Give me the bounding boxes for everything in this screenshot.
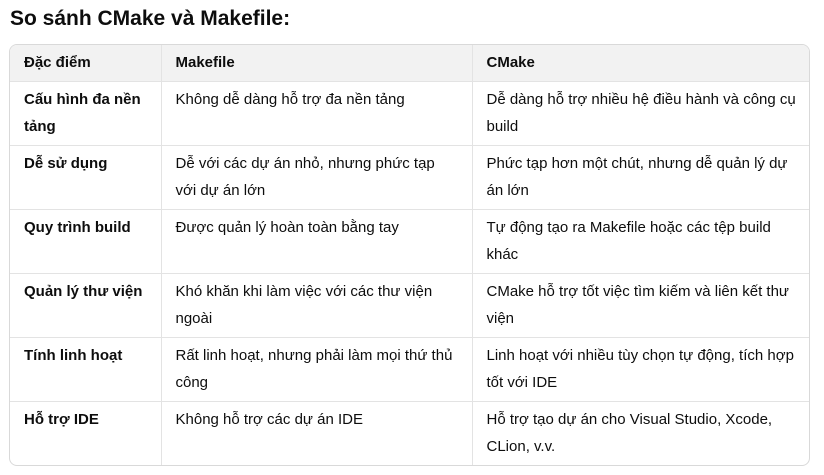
header-row: Đặc điểm Makefile CMake — [10, 45, 809, 82]
cmake-cell: Linh hoạt với nhiều tùy chọn tự động, tí… — [472, 337, 809, 402]
table-body: Cấu hình đa nền tảng Không dễ dàng hỗ tr… — [10, 81, 809, 465]
feature-cell: Hỗ trợ IDE — [10, 401, 162, 465]
table-row: Quy trình build Được quản lý hoàn toàn b… — [10, 209, 809, 274]
feature-cell: Quản lý thư viện — [10, 273, 162, 338]
comparison-table: Đặc điểm Makefile CMake Cấu hình đa nền … — [10, 45, 809, 465]
table-row: Quản lý thư viện Khó khăn khi làm việc v… — [10, 273, 809, 338]
comparison-table-container: Đặc điểm Makefile CMake Cấu hình đa nền … — [9, 44, 810, 466]
column-header-feature: Đặc điểm — [10, 45, 162, 82]
table-row: Cấu hình đa nền tảng Không dễ dàng hỗ tr… — [10, 81, 809, 146]
makefile-cell: Được quản lý hoàn toàn bằng tay — [161, 209, 473, 274]
feature-cell: Cấu hình đa nền tảng — [10, 81, 162, 146]
makefile-cell: Dễ với các dự án nhỏ, nhưng phức tạp với… — [161, 145, 473, 210]
column-header-makefile: Makefile — [161, 45, 473, 82]
page-title: So sánh CMake và Makefile: — [10, 7, 291, 30]
table-row: Dễ sử dụng Dễ với các dự án nhỏ, nhưng p… — [10, 145, 809, 210]
makefile-cell: Không hỗ trợ các dự án IDE — [161, 401, 473, 465]
table-header: Đặc điểm Makefile CMake — [10, 45, 809, 82]
feature-cell: Tính linh hoạt — [10, 337, 162, 402]
makefile-cell: Rất linh hoạt, nhưng phải làm mọi thứ th… — [161, 337, 473, 402]
cmake-cell: Phức tạp hơn một chút, nhưng dễ quản lý … — [472, 145, 809, 210]
makefile-cell: Không dễ dàng hỗ trợ đa nền tảng — [161, 81, 473, 146]
table-row: Hỗ trợ IDE Không hỗ trợ các dự án IDE Hỗ… — [10, 401, 809, 465]
makefile-cell: Khó khăn khi làm việc với các thư viện n… — [161, 273, 473, 338]
cmake-cell: Tự động tạo ra Makefile hoặc các tệp bui… — [472, 209, 809, 274]
cmake-cell: Hỗ trợ tạo dự án cho Visual Studio, Xcod… — [486, 410, 773, 455]
cmake-cell: CMake hỗ trợ tốt việc tìm kiếm và liên k… — [472, 273, 809, 338]
column-header-cmake: CMake — [472, 45, 809, 82]
feature-cell: Quy trình build — [10, 209, 162, 274]
cmake-cell: Dễ dàng hỗ trợ nhiều hệ điều hành và côn… — [472, 81, 809, 146]
feature-cell: Dễ sử dụng — [10, 145, 162, 210]
table-row: Tính linh hoạt Rất linh hoạt, nhưng phải… — [10, 337, 809, 402]
